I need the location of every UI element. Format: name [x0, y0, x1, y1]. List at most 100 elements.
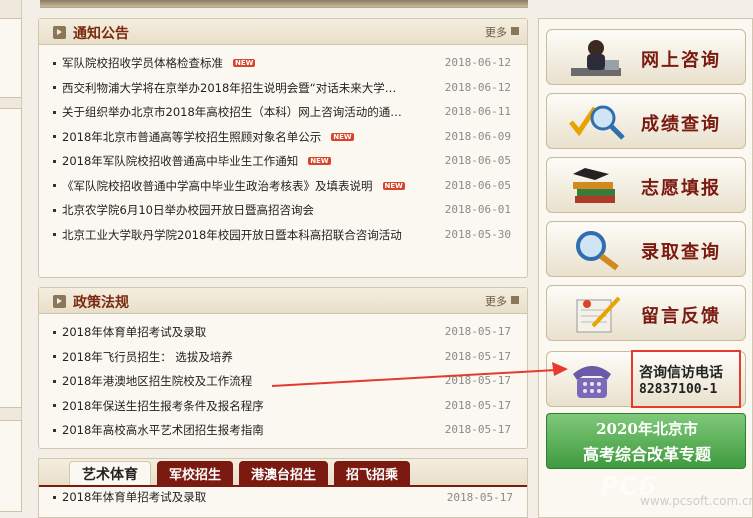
phone-number: 82837100-1 — [639, 382, 718, 397]
phone-title: 咨询信访电话 — [639, 365, 723, 381]
feedback-label: 留言反馈 — [641, 306, 721, 327]
bullet-icon — [53, 110, 56, 114]
notices-header: 通知公告 更多 — [39, 19, 527, 45]
list-item-text[interactable]: 2018年体育单招考试及录取 — [62, 489, 206, 505]
magnifier-icon — [576, 231, 619, 271]
phone-hotline[interactable]: 咨询信访电话 82837100-1 — [546, 350, 746, 408]
list-item-date: 2018-05-17 — [444, 325, 511, 338]
policy-more-link[interactable]: 更多 — [485, 293, 507, 309]
score-query-label: 成绩查询 — [641, 114, 721, 135]
list-item-date: 2018-06-05 — [444, 154, 511, 167]
score-query-button[interactable]: 成绩查询 — [546, 93, 746, 149]
tab-1[interactable]: 军校招生 — [157, 461, 234, 485]
list-item[interactable]: 2018年高校高水平艺术团招生报考指南 2018-05-17 — [53, 418, 513, 443]
list-item-date: 2018-05-17 — [444, 374, 511, 387]
bullet-icon — [53, 428, 56, 432]
list-item[interactable]: 2018年港澳地区招生院校及工作流程 2018-05-17 — [53, 369, 513, 394]
admission-query-button[interactable]: 录取查询 — [546, 221, 746, 277]
list-item[interactable]: 2018年保送生招生报考条件及报名程序 2018-05-17 — [53, 394, 513, 419]
list-item[interactable]: 关于组织举办北京市2018年高校招生（本科）网上咨询活动的通… 2018-06-1… — [53, 100, 513, 125]
list-item-link[interactable]: 2018年港澳地区招生院校及工作流程 — [62, 373, 252, 389]
policy-panel: 政策法规 更多 2018年体育单招考试及录取 2018-05-17 2018年飞行员… — [38, 287, 528, 449]
bullet-icon — [53, 355, 56, 359]
list-item-date: 2018-05-17 — [444, 349, 511, 363]
list-item-link[interactable]: 关于组织举办北京市2018年高校招生（本科）网上咨询活动的通… — [62, 104, 402, 120]
left-panel-fragment — [0, 18, 22, 98]
reform-line2: 高考综合改革专题 — [582, 445, 711, 464]
policy-header: 政策法规 更多 — [39, 288, 527, 314]
list-item[interactable]: 2018年体育单招考试及录取 2018-05-17 — [53, 320, 513, 345]
bullet-icon — [53, 208, 56, 212]
list-item-date: 2018-06-09 — [444, 129, 511, 143]
bullet-icon — [53, 135, 56, 139]
list-item-link[interactable]: 北京工业大学耿丹学院2018年校园开放日暨本科高招联合咨询活动 — [62, 227, 402, 243]
list-item-date: 2018-06-12 — [444, 80, 511, 94]
tab-3[interactable]: 招飞招乘 — [334, 461, 411, 485]
books-icon — [573, 168, 615, 203]
more-arrow-icon[interactable] — [511, 27, 519, 35]
bullet-icon — [53, 404, 56, 408]
list-item[interactable]: 北京农学院6月10日举办校园开放日暨高招咨询会 2018-06-01 — [53, 198, 513, 223]
bullet-icon — [53, 184, 56, 188]
bullet-icon — [53, 379, 56, 383]
notepad-pen-icon — [576, 296, 621, 333]
feedback-button[interactable]: 留言反馈 — [546, 285, 746, 341]
list-item[interactable]: 西交利物浦大学将在京举办2018年招生说明会暨“对话未来大学… 2018-06-1… — [53, 76, 513, 101]
list-item-date: 2018-06-12 — [444, 56, 511, 69]
list-item-link[interactable]: 2018年军队院校招收普通高中毕业生工作通知 — [62, 153, 298, 169]
left-panel-fragment — [0, 420, 22, 512]
online-consult-button[interactable]: 网上咨询 — [546, 29, 746, 85]
gaokao-reform-banner[interactable]: 2020年北京市 高考综合改革专题 — [546, 413, 746, 469]
admission-query-label: 录取查询 — [641, 242, 721, 263]
new-badge: NEW — [233, 59, 256, 68]
list-item-link[interactable]: 《军队院校招收普通中学高中毕业生政治考核表》及填表说明 — [62, 178, 373, 194]
policy-list: 2018年体育单招考试及录取 2018-05-17 2018年飞行员招生： 选拔及培… — [39, 314, 527, 443]
list-item-date: 2018-06-11 — [444, 105, 511, 118]
list-item[interactable]: 2018年飞行员招生： 选拔及培养 2018-05-17 — [53, 345, 513, 370]
list-item-link[interactable]: 军队院校招收学员体格检查标准 — [62, 55, 223, 71]
list-item[interactable]: 2018年体育单招考试及录取 2018-05-17 — [39, 487, 527, 507]
left-panel-fragment — [0, 108, 22, 408]
list-item[interactable]: 军队院校招收学员体格检查标准 NEW 2018-06-12 — [53, 51, 513, 76]
list-item-date: 2018-05-17 — [444, 398, 511, 412]
list-item-link[interactable]: 2018年北京市普通高等学校招生照顾对象名单公示 — [62, 129, 321, 145]
more-arrow-icon[interactable] — [511, 296, 519, 304]
play-icon — [53, 295, 66, 308]
application-fill-button[interactable]: 志愿填报 — [546, 157, 746, 213]
notices-title: 通知公告 — [73, 26, 129, 42]
list-item-date: 2018-05-17 — [446, 490, 513, 504]
tabs-panel: 艺术体育 军校招生 港澳台招生 招飞招乘 2018年体育单招考试及录取 2018-05… — [38, 458, 528, 518]
list-item-link[interactable]: 2018年高校高水平艺术团招生报考指南 — [62, 422, 264, 438]
new-badge: NEW — [382, 181, 405, 190]
list-item-date: 2018-05-30 — [444, 227, 511, 241]
new-badge: NEW — [331, 132, 354, 141]
bullet-icon — [53, 61, 56, 65]
reform-line1: 2020年北京市 — [596, 420, 698, 438]
notices-panel: 通知公告 更多 军队院校招收学员体格检查标准 NEW 2018-06-12 西交利物浦… — [38, 18, 528, 278]
tab-0[interactable]: 艺术体育 — [69, 461, 151, 485]
notices-more-link[interactable]: 更多 — [485, 24, 507, 40]
list-item-date: 2018-06-01 — [444, 203, 511, 216]
new-badge: NEW — [308, 157, 331, 166]
bullet-icon — [53, 159, 56, 163]
notices-list: 军队院校招收学员体格检查标准 NEW 2018-06-12 西交利物浦大学将在京举办2… — [39, 45, 527, 247]
list-item[interactable]: 2018年北京市普通高等学校招生照顾对象名单公示 NEW 2018-06-09 — [53, 125, 513, 150]
list-item[interactable]: 北京工业大学耿丹学院2018年校园开放日暨本科高招联合咨询活动 2018-05-3… — [53, 223, 513, 248]
watermark-url: www.pcsoft.com.cn — [640, 494, 753, 508]
play-icon — [53, 26, 66, 39]
bullet-icon — [53, 233, 56, 237]
list-item-link[interactable]: 2018年体育单招考试及录取 — [62, 324, 206, 340]
bullet-icon — [53, 86, 56, 90]
list-item-date: 2018-05-17 — [444, 423, 511, 436]
list-item-link[interactable]: 2018年保送生招生报考条件及报名程序 — [62, 398, 264, 414]
list-item-link[interactable]: 2018年飞行员招生： 选拔及培养 — [62, 349, 233, 365]
tab-2[interactable]: 港澳台招生 — [239, 461, 329, 485]
application-fill-label: 志愿填报 — [641, 178, 721, 199]
consultant-icon — [571, 40, 621, 76]
list-item[interactable]: 2018年军队院校招收普通高中毕业生工作通知 NEW 2018-06-05 — [53, 149, 513, 174]
list-item[interactable]: 《军队院校招收普通中学高中毕业生政治考核表》及填表说明 NEW 2018-06-05 — [53, 174, 513, 199]
tabs-bar: 艺术体育 军校招生 港澳台招生 招飞招乘 — [39, 459, 527, 487]
list-item-link[interactable]: 西交利物浦大学将在京举办2018年招生说明会暨“对话未来大学… — [62, 80, 396, 96]
list-item-link[interactable]: 北京农学院6月10日举办校园开放日暨高招咨询会 — [62, 202, 314, 218]
online-consult-label: 网上咨询 — [641, 50, 721, 71]
